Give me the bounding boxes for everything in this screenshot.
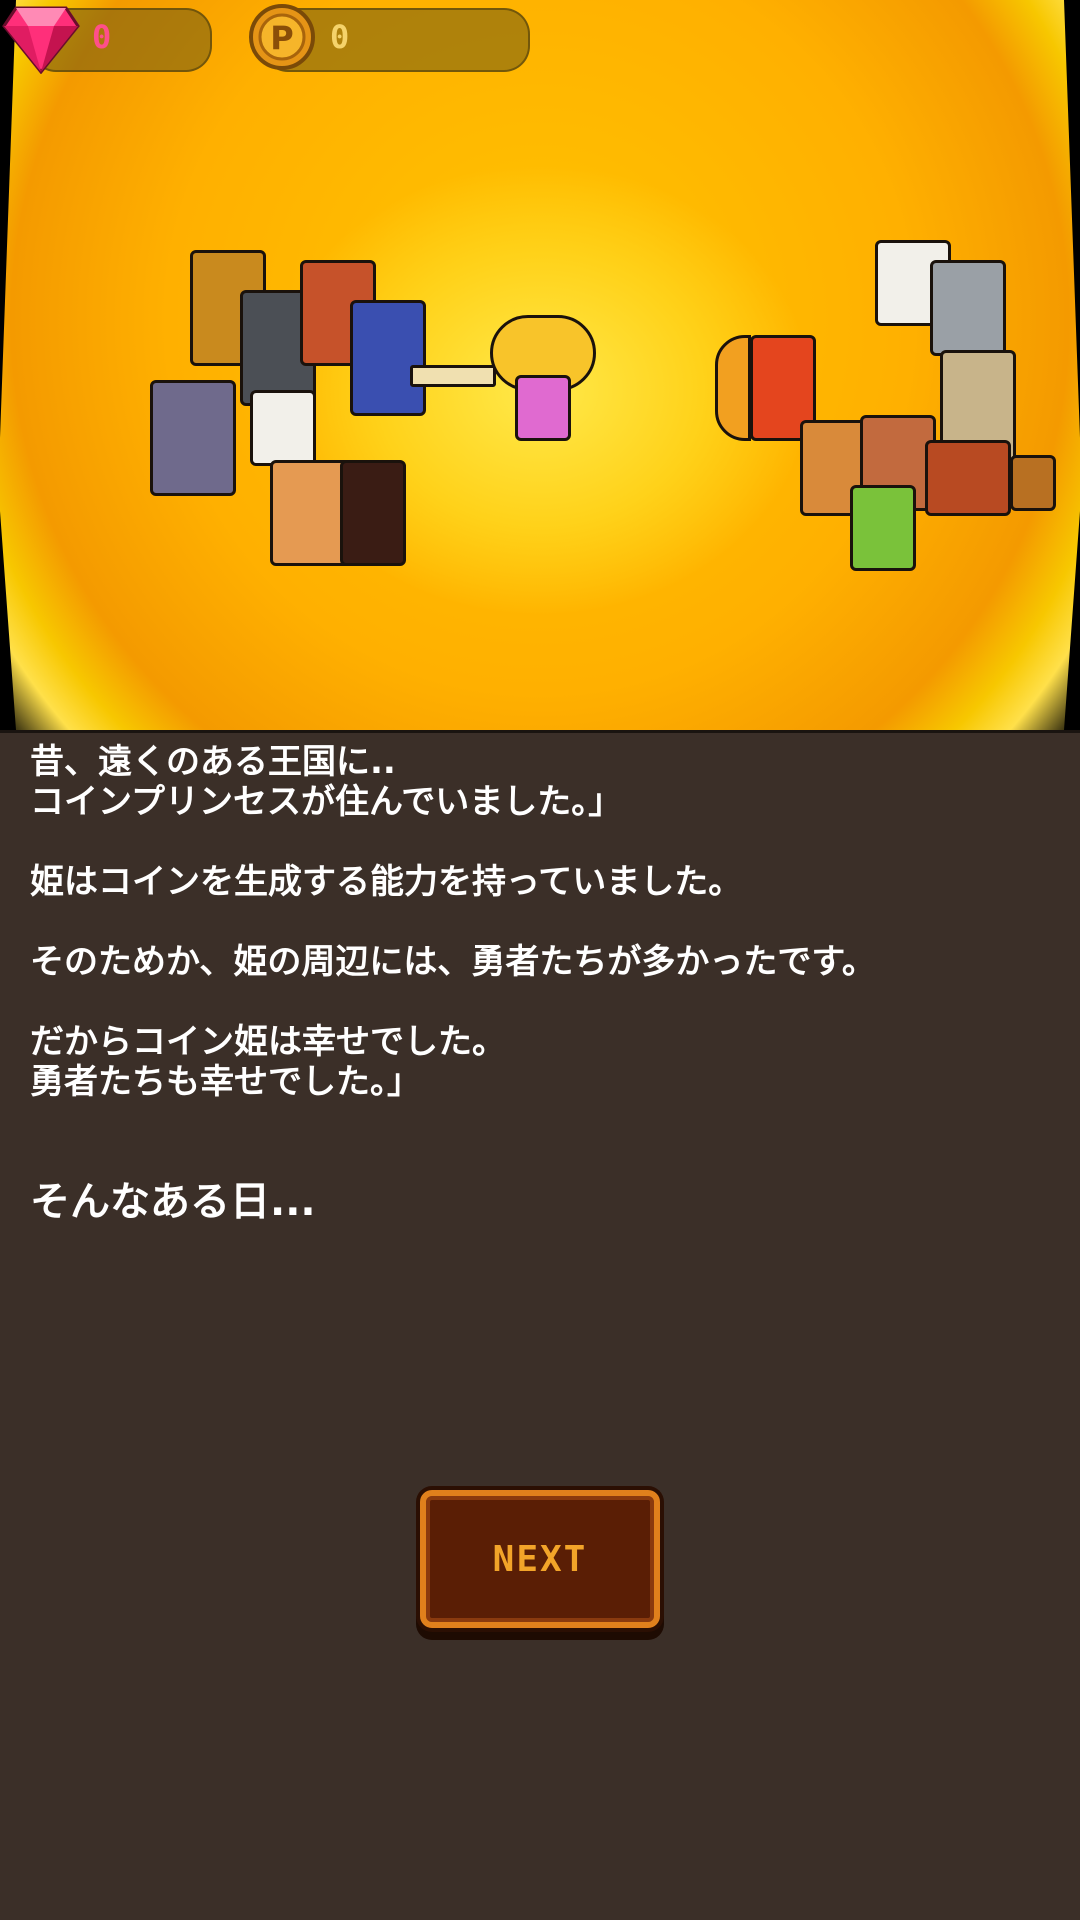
gem-icon xyxy=(2,6,80,74)
coin-count: 0 xyxy=(330,18,350,56)
coin-p-icon: P xyxy=(249,4,315,70)
fairy-sprite xyxy=(850,485,916,571)
story-line-3: そのためか、姫の周辺には、勇者たちが多かったです。 xyxy=(30,942,876,982)
story-line-2: 姫はコインを生成する能力を持っていました。 xyxy=(30,862,743,902)
story-scene: 0 P 0 xyxy=(0,0,1080,733)
hero-party-left xyxy=(140,240,496,580)
princess-dress-sprite xyxy=(515,375,571,441)
heart-card-sprite xyxy=(250,390,316,466)
story-text: 昔、遠くのある王国に.. コインプリンセスが住んでいました。」 姫はコインを生成… xyxy=(30,742,1030,1222)
next-button[interactable]: NEXT xyxy=(420,1490,660,1628)
hammer-icon xyxy=(1010,455,1056,511)
sword-icon xyxy=(410,365,496,387)
helmet-knight-sprite xyxy=(930,260,1006,356)
purple-knight-sprite xyxy=(150,380,236,496)
dwarf-sprite xyxy=(925,440,1011,516)
gem-count: 0 xyxy=(92,18,112,56)
dark-mage-sprite xyxy=(340,460,406,566)
coin-princess xyxy=(485,315,596,445)
blue-hero-sprite xyxy=(350,300,426,416)
bow-icon xyxy=(715,335,751,441)
story-line-1: 昔、遠くのある王国に.. コインプリンセスが住んでいました。」 xyxy=(30,742,623,822)
story-line-4: だからコイン姫は幸せでした。 勇者たちも幸せでした。」 xyxy=(30,1022,506,1102)
story-line-5: そんなある日... xyxy=(30,1179,316,1225)
scene-edge-left xyxy=(0,0,16,730)
svg-text:P: P xyxy=(270,19,293,57)
hero-party-right xyxy=(700,240,1060,590)
